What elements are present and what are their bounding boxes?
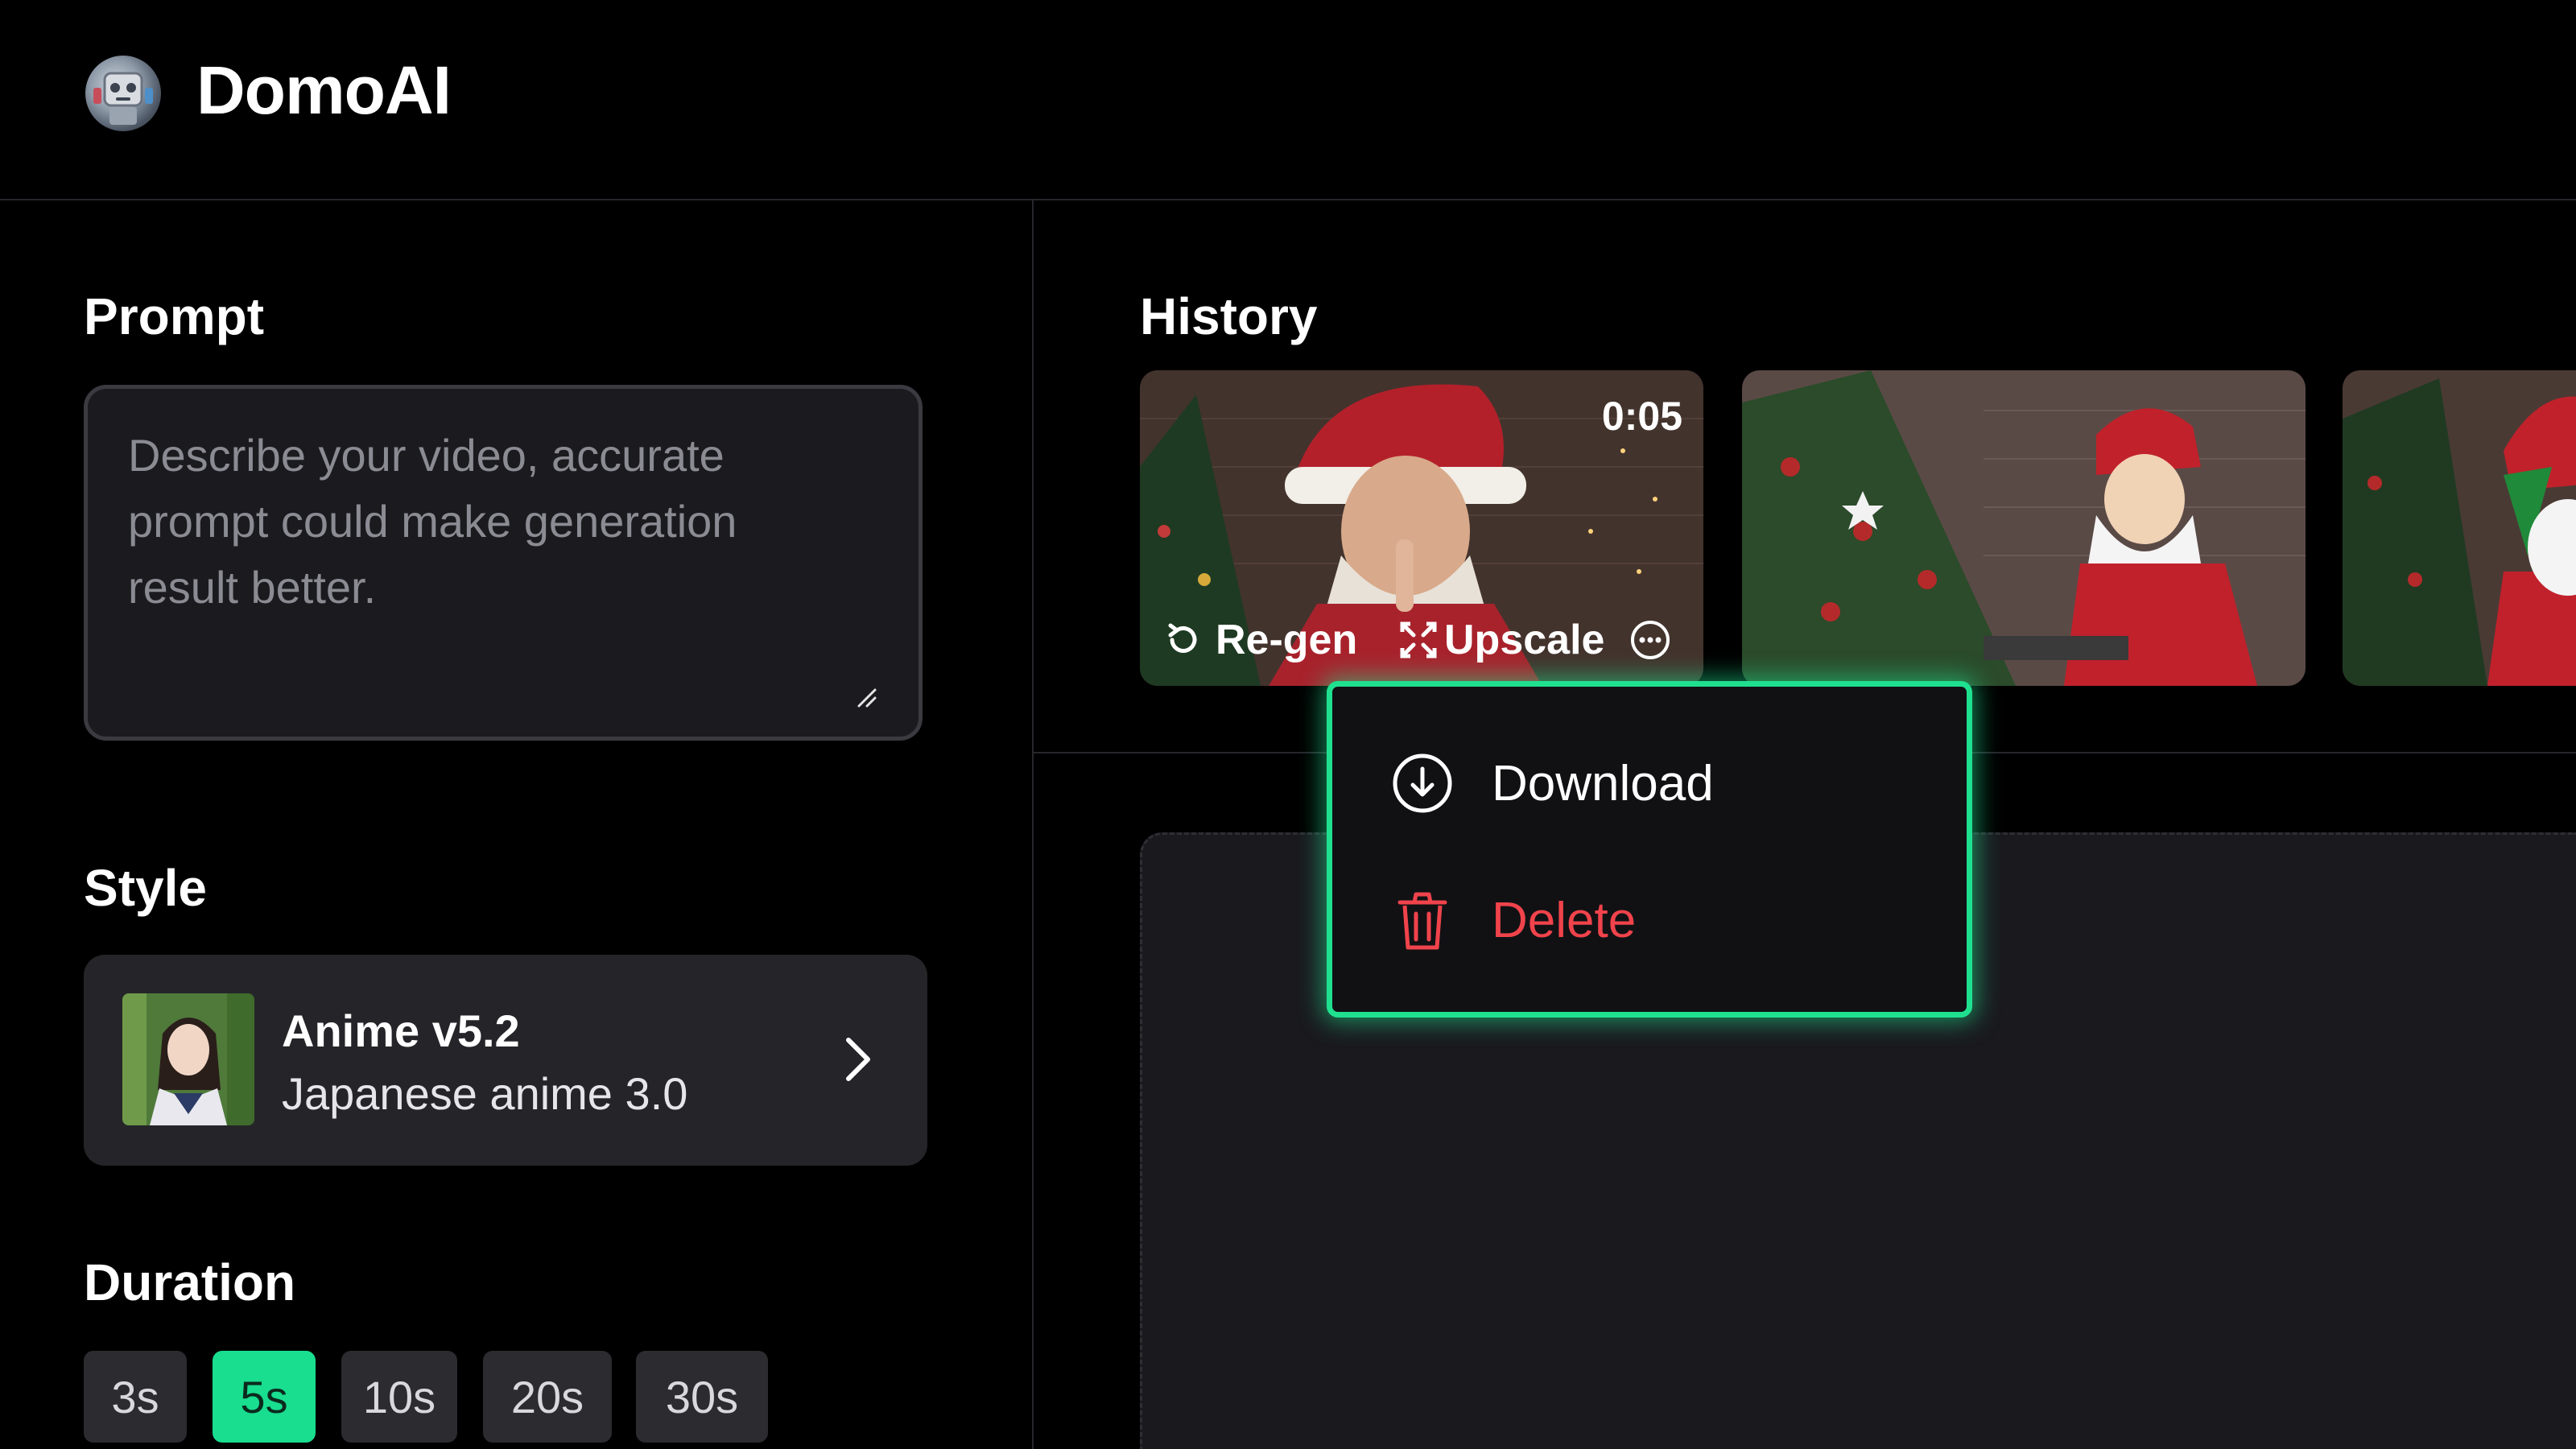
duration-20s-button[interactable]: 20s	[483, 1351, 612, 1443]
duration-3s-button[interactable]: 3s	[84, 1351, 187, 1443]
regen-label: Re-gen	[1216, 617, 1358, 663]
history-item[interactable]	[1742, 370, 2306, 686]
regen-button[interactable]: Re-gen	[1161, 612, 1357, 668]
history-item[interactable]	[2343, 370, 2576, 686]
style-title: Style	[84, 859, 207, 917]
logo-icon[interactable]	[85, 56, 161, 131]
history-title: History	[1140, 287, 1318, 345]
delete-label: Delete	[1492, 892, 1637, 948]
more-icon	[1631, 621, 1670, 659]
top-bar: DomoAI	[0, 0, 2576, 200]
style-subtitle: Japanese anime 3.0	[282, 1068, 688, 1119]
download-label: Download	[1492, 755, 1714, 811]
app-name[interactable]: DomoAI	[196, 52, 452, 130]
video-duration: 0:05	[1601, 394, 1682, 439]
duration-title: Duration	[84, 1253, 296, 1311]
history-thumbnail-image	[1742, 370, 2306, 686]
style-name: Anime v5.2	[282, 1005, 520, 1056]
style-thumbnail	[122, 993, 254, 1125]
duration-5s-button[interactable]: 5s	[213, 1351, 316, 1443]
history-thumbnail-image	[2343, 370, 2576, 686]
resize-handle-icon[interactable]	[854, 685, 878, 709]
prompt-input[interactable]	[126, 421, 854, 666]
download-icon	[1393, 753, 1452, 813]
upscale-label: Upscale	[1444, 617, 1605, 663]
delete-menu-item[interactable]: Delete	[1390, 880, 1636, 960]
prompt-box[interactable]	[84, 385, 923, 741]
history-item[interactable]: 0:05 Re-gen Upscale	[1140, 370, 1703, 686]
download-menu-item[interactable]: Download	[1390, 743, 1714, 824]
duration-30s-button[interactable]: 30s	[636, 1351, 768, 1443]
regen-icon	[1168, 623, 1197, 653]
chevron-right-icon	[846, 1038, 870, 1081]
more-button[interactable]	[1628, 612, 1673, 668]
trash-icon	[1397, 892, 1447, 950]
duration-10s-button[interactable]: 10s	[341, 1351, 457, 1443]
prompt-title: Prompt	[84, 287, 264, 345]
history-context-menu: Download Delete	[1327, 681, 1972, 1018]
style-selector[interactable]: Anime v5.2 Japanese anime 3.0	[84, 955, 927, 1166]
upscale-icon	[1400, 621, 1437, 658]
upscale-button[interactable]: Upscale	[1396, 612, 1604, 668]
